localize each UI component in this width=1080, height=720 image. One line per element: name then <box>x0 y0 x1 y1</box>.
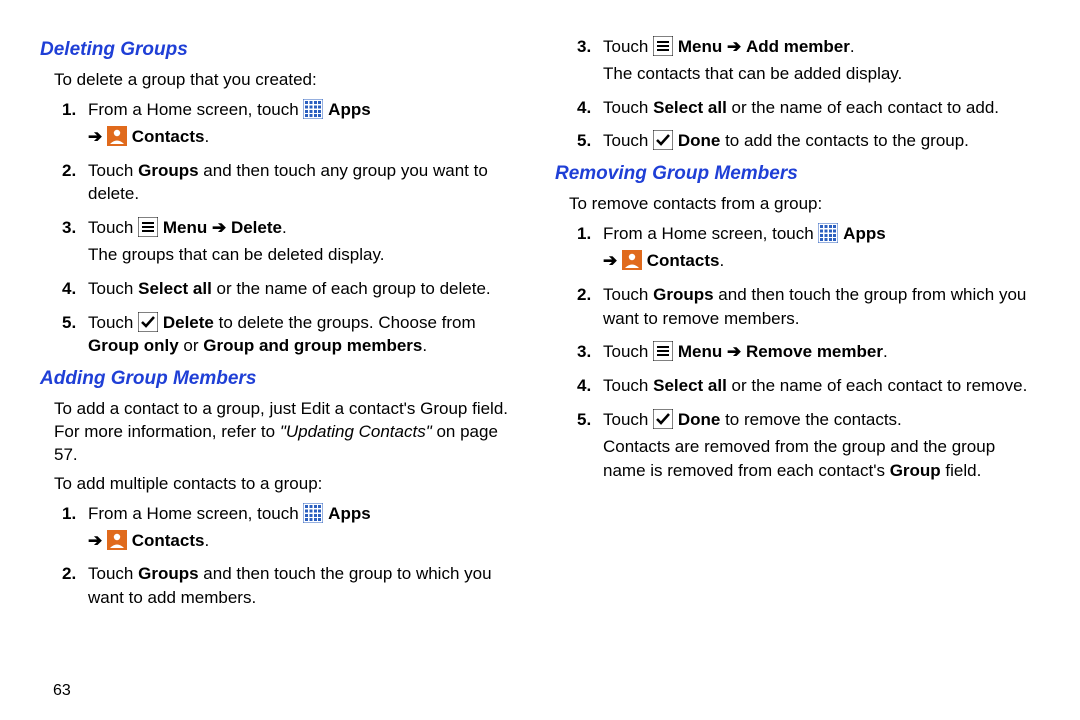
menu-icon <box>138 217 158 237</box>
right-column: Touch Menu ➔ Add member. The contacts th… <box>540 35 1055 700</box>
add-step-5: Touch Done to add the contacts to the gr… <box>603 129 1040 153</box>
page-number: 63 <box>53 682 71 700</box>
add-step-3: Touch Menu ➔ Add member. The contacts th… <box>603 35 1040 86</box>
contacts-icon <box>622 250 642 270</box>
heading-removing-members: Removing Group Members <box>555 163 1040 185</box>
intro-deleting: To delete a group that you created: <box>40 69 525 92</box>
apps-icon <box>818 223 838 243</box>
heading-deleting-groups: Deleting Groups <box>40 39 525 61</box>
rem-step-1: From a Home screen, touch Apps ➔ Contact… <box>603 222 1040 273</box>
del-step-5: Touch Delete to delete the groups. Choos… <box>88 311 525 359</box>
apps-icon <box>303 503 323 523</box>
contacts-icon <box>107 126 127 146</box>
del-step-1: From a Home screen, touch Apps ➔ Contact… <box>88 98 525 149</box>
check-icon <box>653 409 673 429</box>
steps-removing: From a Home screen, touch Apps ➔ Contact… <box>555 222 1040 482</box>
rem-step-5: Touch Done to remove the contacts. Conta… <box>603 408 1040 482</box>
menu-icon <box>653 341 673 361</box>
del-step-4: Touch Select all or the name of each gro… <box>88 277 525 301</box>
add-step-4: Touch Select all or the name of each con… <box>603 96 1040 120</box>
rem-step-2: Touch Groups and then touch the group fr… <box>603 283 1040 331</box>
contacts-icon <box>107 530 127 550</box>
intro-adding-para: To add a contact to a group, just Edit a… <box>40 398 525 467</box>
del-step-3: Touch Menu ➔ Delete. The groups that can… <box>88 216 525 267</box>
menu-icon <box>653 36 673 56</box>
left-column: Deleting Groups To delete a group that y… <box>25 35 540 700</box>
steps-deleting: From a Home screen, touch Apps ➔ Contact… <box>40 98 525 358</box>
heading-adding-members: Adding Group Members <box>40 368 525 390</box>
steps-adding-b: Touch Menu ➔ Add member. The contacts th… <box>555 35 1040 153</box>
steps-adding-a: From a Home screen, touch Apps ➔ Contact… <box>40 502 525 610</box>
add-step-1: From a Home screen, touch Apps ➔ Contact… <box>88 502 525 553</box>
del-step-2: Touch Groups and then touch any group yo… <box>88 159 525 207</box>
check-icon <box>653 130 673 150</box>
check-icon <box>138 312 158 332</box>
rem-step-3: Touch Menu ➔ Remove member. <box>603 340 1040 364</box>
add-step-2: Touch Groups and then touch the group to… <box>88 562 525 610</box>
manual-page: Deleting Groups To delete a group that y… <box>0 0 1080 720</box>
apps-icon <box>303 99 323 119</box>
rem-step-4: Touch Select all or the name of each con… <box>603 374 1040 398</box>
intro-removing: To remove contacts from a group: <box>555 193 1040 216</box>
intro-adding-sub: To add multiple contacts to a group: <box>40 473 525 496</box>
